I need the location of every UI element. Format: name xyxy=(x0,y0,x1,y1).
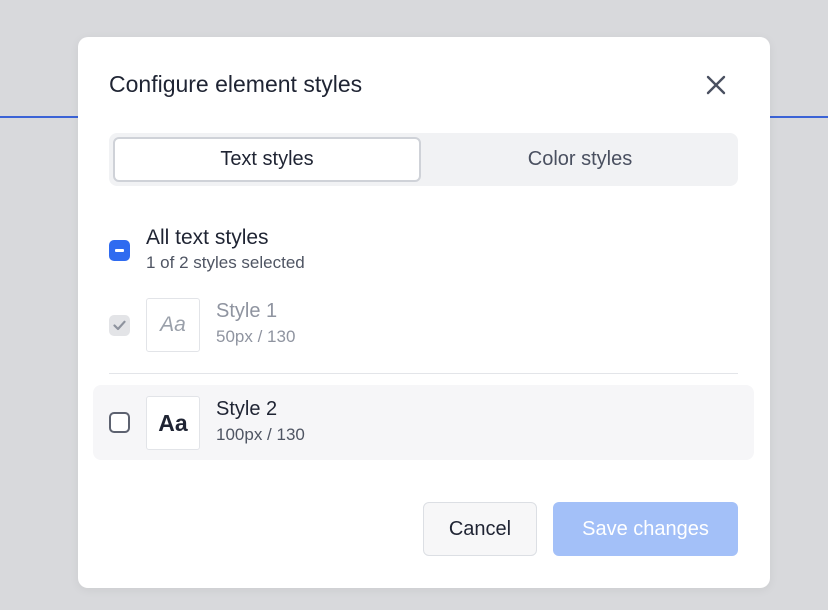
style-1-name: Style 1 xyxy=(216,300,278,322)
cancel-button[interactable]: Cancel xyxy=(423,502,537,556)
style-1-meta: 50px / 130 xyxy=(216,327,296,346)
save-changes-button[interactable]: Save changes xyxy=(553,502,738,556)
close-icon xyxy=(706,75,726,95)
style-1-preview: Aa xyxy=(146,298,200,352)
dialog-title: Configure element styles xyxy=(109,71,363,97)
style-type-tabs: Text styles Color styles xyxy=(109,133,738,186)
background-accent-line xyxy=(770,116,828,118)
configure-styles-dialog: Configure element styles Text styles Col… xyxy=(78,37,770,588)
all-styles-checkbox[interactable] xyxy=(109,240,130,261)
indeterminate-icon xyxy=(115,249,124,252)
tab-color-styles[interactable]: Color styles xyxy=(425,137,735,182)
style-1-checkbox[interactable] xyxy=(109,315,130,336)
style-2-meta: 100px / 130 xyxy=(216,425,305,444)
divider xyxy=(109,373,738,374)
style-2-preview-text: Aa xyxy=(158,409,188,436)
style-2-checkbox[interactable] xyxy=(109,412,130,433)
check-icon xyxy=(113,320,126,331)
style-2-preview: Aa xyxy=(146,396,200,450)
all-styles-label: All text styles xyxy=(146,226,269,249)
style-2-name: Style 2 xyxy=(216,398,278,420)
tab-text-styles[interactable]: Text styles xyxy=(113,137,421,182)
close-button[interactable] xyxy=(702,71,730,99)
style-1-preview-text: Aa xyxy=(160,313,186,336)
background-accent-line xyxy=(0,116,78,118)
selection-summary: 1 of 2 styles selected xyxy=(146,253,305,272)
